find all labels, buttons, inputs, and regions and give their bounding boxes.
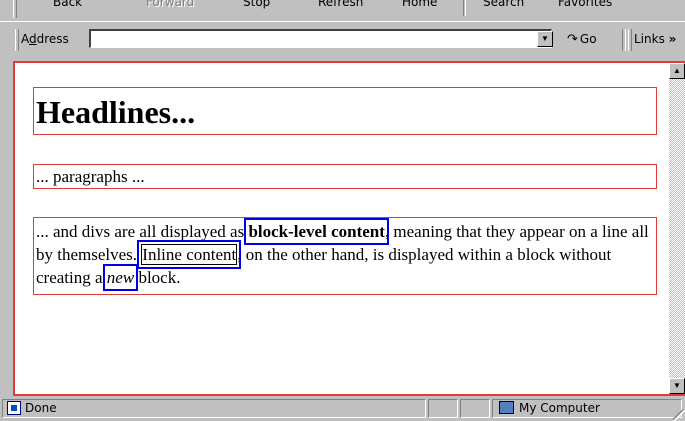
address-input[interactable]: [89, 29, 552, 48]
links-separator: [622, 29, 626, 51]
vertical-scrollbar[interactable]: ▲ ▼: [669, 63, 685, 394]
page-viewport: Headlines... ... paragraphs ... ... and …: [13, 61, 685, 396]
arrow-down-icon: ▼: [673, 381, 681, 390]
forward-button[interactable]: Forward: [146, 0, 194, 9]
address-dropdown-button[interactable]: ▼: [537, 31, 553, 47]
status-pane-empty: [460, 399, 490, 418]
search-button[interactable]: Search: [483, 0, 524, 9]
security-zone-pane: My Computer: [492, 399, 682, 418]
page-done-icon: [7, 401, 21, 415]
go-arrow-icon: ↷: [567, 32, 578, 47]
inline-content-highlight: Inline content: [137, 240, 242, 269]
stop-button[interactable]: Stop: [243, 0, 270, 9]
status-text: Done: [25, 401, 57, 415]
new-word-highlight: new: [102, 264, 139, 291]
back-button[interactable]: Back: [53, 0, 82, 9]
zone-text: My Computer: [519, 401, 600, 415]
block-level-highlight: block-level content: [244, 218, 389, 245]
address-label: Address: [21, 32, 69, 46]
status-bar: Done My Computer: [0, 396, 685, 421]
computer-icon: [499, 401, 514, 414]
chevron-down-icon: ▼: [541, 34, 549, 43]
home-button[interactable]: Home: [402, 0, 437, 9]
links-grip: [628, 29, 632, 51]
scroll-down-button[interactable]: ▼: [669, 378, 685, 394]
address-bar-grip: [15, 29, 19, 51]
status-pane-main: Done: [2, 399, 426, 418]
links-button[interactable]: Links »: [634, 32, 676, 46]
headline-block: Headlines...: [33, 87, 657, 135]
navigation-toolbar: Back Forward Stop Refresh Home Search Fa…: [0, 0, 685, 20]
paragraph-text: ... paragraphs ...: [36, 167, 145, 186]
div-text: ... and divs are all displayed as block-…: [36, 218, 649, 291]
resize-grip[interactable]: [673, 409, 685, 421]
div-block: ... and divs are all displayed as block-…: [33, 217, 657, 295]
arrow-up-icon: ▲: [673, 66, 681, 75]
address-bar: Address ▼ ↷ Go Links »: [0, 21, 685, 62]
paragraph-block: ... paragraphs ...: [33, 164, 657, 189]
toolbar-grip: [13, 0, 17, 18]
status-pane-empty: [428, 399, 458, 418]
refresh-button[interactable]: Refresh: [318, 0, 363, 9]
favorites-button[interactable]: Favorites: [558, 0, 612, 9]
scroll-up-button[interactable]: ▲: [669, 63, 685, 79]
page-headline: Headlines...: [36, 94, 196, 130]
go-button[interactable]: ↷ Go: [567, 32, 597, 47]
toolbar-separator: [463, 0, 466, 16]
more-links-icon: »: [668, 32, 677, 46]
